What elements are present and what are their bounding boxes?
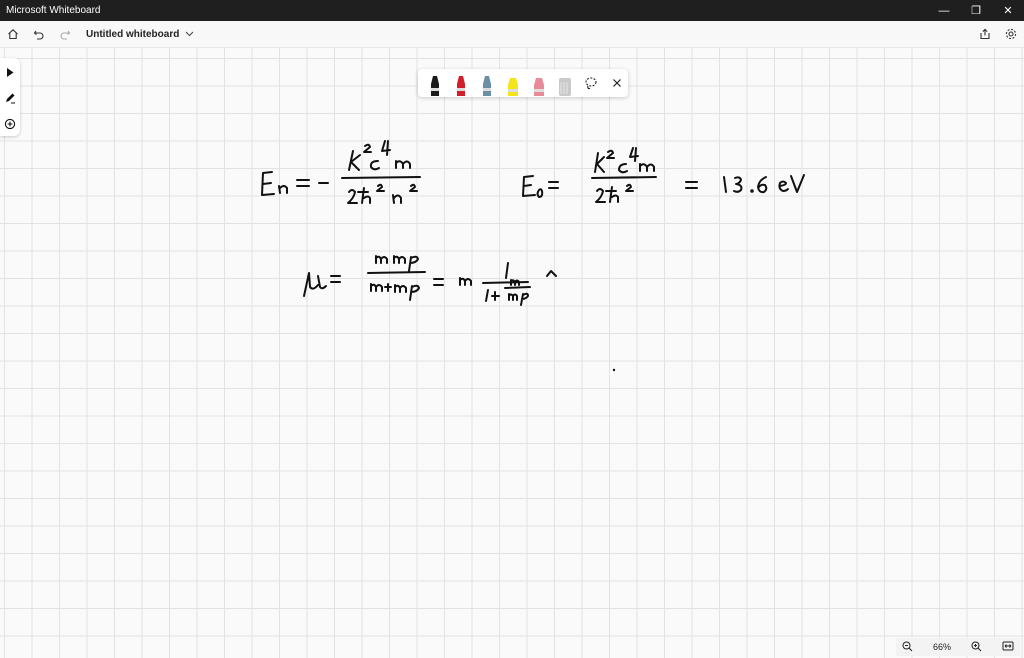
close-button[interactable]: ✕ [992, 0, 1024, 21]
share-button[interactable] [972, 21, 998, 47]
eraser[interactable] [554, 70, 576, 96]
pen-toolbar [418, 69, 628, 97]
app-bar: Untitled whiteboard [0, 21, 1024, 48]
close-icon [613, 79, 621, 87]
pink-highlighter-icon [534, 78, 544, 96]
fit-screen-icon [1002, 641, 1014, 651]
lasso-select-button[interactable] [580, 70, 602, 96]
undo-icon [33, 30, 44, 40]
redo-button[interactable] [52, 21, 78, 47]
yellow-highlighter-icon [508, 78, 518, 96]
yellow-highlighter[interactable] [502, 70, 524, 96]
minimize-button[interactable]: — [928, 0, 960, 21]
board-title: Untitled whiteboard [86, 28, 180, 40]
zoom-in-icon [971, 641, 982, 651]
home-button[interactable] [0, 21, 26, 47]
title-bar: Microsoft Whiteboard — ❐ ✕ [0, 0, 1024, 21]
close-toolbar-button[interactable] [606, 70, 628, 96]
left-tool-rail [0, 58, 20, 136]
redo-icon [60, 30, 71, 40]
add-content-button[interactable] [1, 114, 19, 134]
blue-pen-icon [483, 76, 491, 96]
zoom-out-button[interactable] [902, 641, 913, 654]
blue-pen[interactable] [476, 70, 498, 96]
undo-button[interactable] [26, 21, 52, 47]
inking-tool-button[interactable] [1, 88, 19, 108]
restore-button[interactable]: ❐ [960, 0, 992, 21]
zoom-in-button[interactable] [971, 641, 982, 654]
add-icon [4, 118, 16, 130]
settings-button[interactable] [998, 21, 1024, 47]
black-pen-icon [431, 76, 439, 96]
gear-icon [1005, 28, 1017, 40]
black-pen[interactable] [424, 70, 446, 96]
home-icon [8, 29, 18, 40]
select-tool-button[interactable] [1, 62, 19, 82]
lasso-icon [585, 77, 597, 90]
pointer-icon [7, 67, 14, 77]
share-icon [980, 28, 990, 40]
zoom-bar: 66% [896, 638, 1020, 656]
pen-icon [6, 93, 15, 104]
pink-highlighter[interactable] [528, 70, 550, 96]
whiteboard-canvas[interactable] [0, 48, 1024, 658]
fit-to-screen-button[interactable] [1002, 641, 1014, 653]
red-pen-icon [457, 76, 465, 96]
chevron-down-icon [185, 31, 194, 37]
app-title: Microsoft Whiteboard [6, 5, 101, 16]
eraser-icon [559, 78, 571, 96]
board-title-menu[interactable]: Untitled whiteboard [86, 29, 194, 40]
zoom-out-icon [902, 641, 913, 651]
red-pen[interactable] [450, 70, 472, 96]
zoom-level: 66% [932, 642, 951, 652]
